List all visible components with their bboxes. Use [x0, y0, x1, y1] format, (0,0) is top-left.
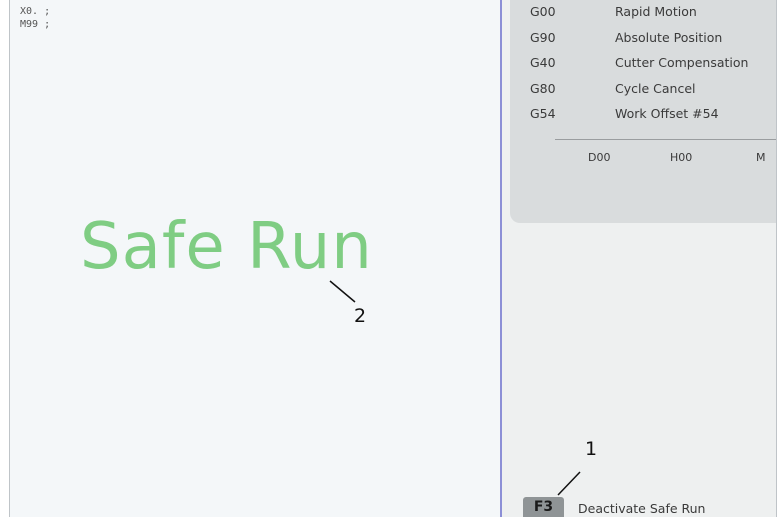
program-line: X0. ;: [20, 6, 51, 17]
g-code: G00: [530, 4, 556, 19]
callout-1: 1: [585, 438, 598, 460]
g-code: G80: [530, 80, 556, 96]
program-code: X0. ; M99 ;: [20, 5, 50, 31]
g-code-description: Work Offset #54: [615, 106, 719, 122]
f3-key[interactable]: F3: [523, 497, 564, 517]
d-offset: D00: [588, 151, 611, 164]
status-pane: G00 Rapid Motion G90 Absolute Position G…: [502, 0, 776, 517]
g-code-description: Absolute Position: [615, 29, 723, 45]
safe-run-indicator: Safe Run: [80, 210, 373, 284]
program-pane: X0. ; M99 ; Safe Run: [10, 0, 500, 517]
callout-2: 2: [354, 305, 367, 327]
g-code-description: Cutter Compensation: [615, 55, 749, 71]
g-code-description: Cycle Cancel: [615, 80, 696, 96]
deactivate-safe-run-label: Deactivate Safe Run: [578, 501, 706, 516]
g-code: G90: [530, 29, 556, 45]
screen-frame: X0. ; M99 ; Safe Run G00 Rapid Motion G9…: [9, 0, 777, 517]
m-code: M: [756, 151, 766, 164]
h-offset: H00: [670, 151, 693, 164]
program-line: M99 ;: [20, 19, 51, 30]
active-codes-panel: G00 Rapid Motion G90 Absolute Position G…: [510, 0, 776, 223]
g-code: G54: [530, 106, 556, 122]
panel-divider: [555, 139, 776, 140]
g-code-description: Rapid Motion: [615, 4, 697, 19]
g-code: G40: [530, 55, 556, 71]
